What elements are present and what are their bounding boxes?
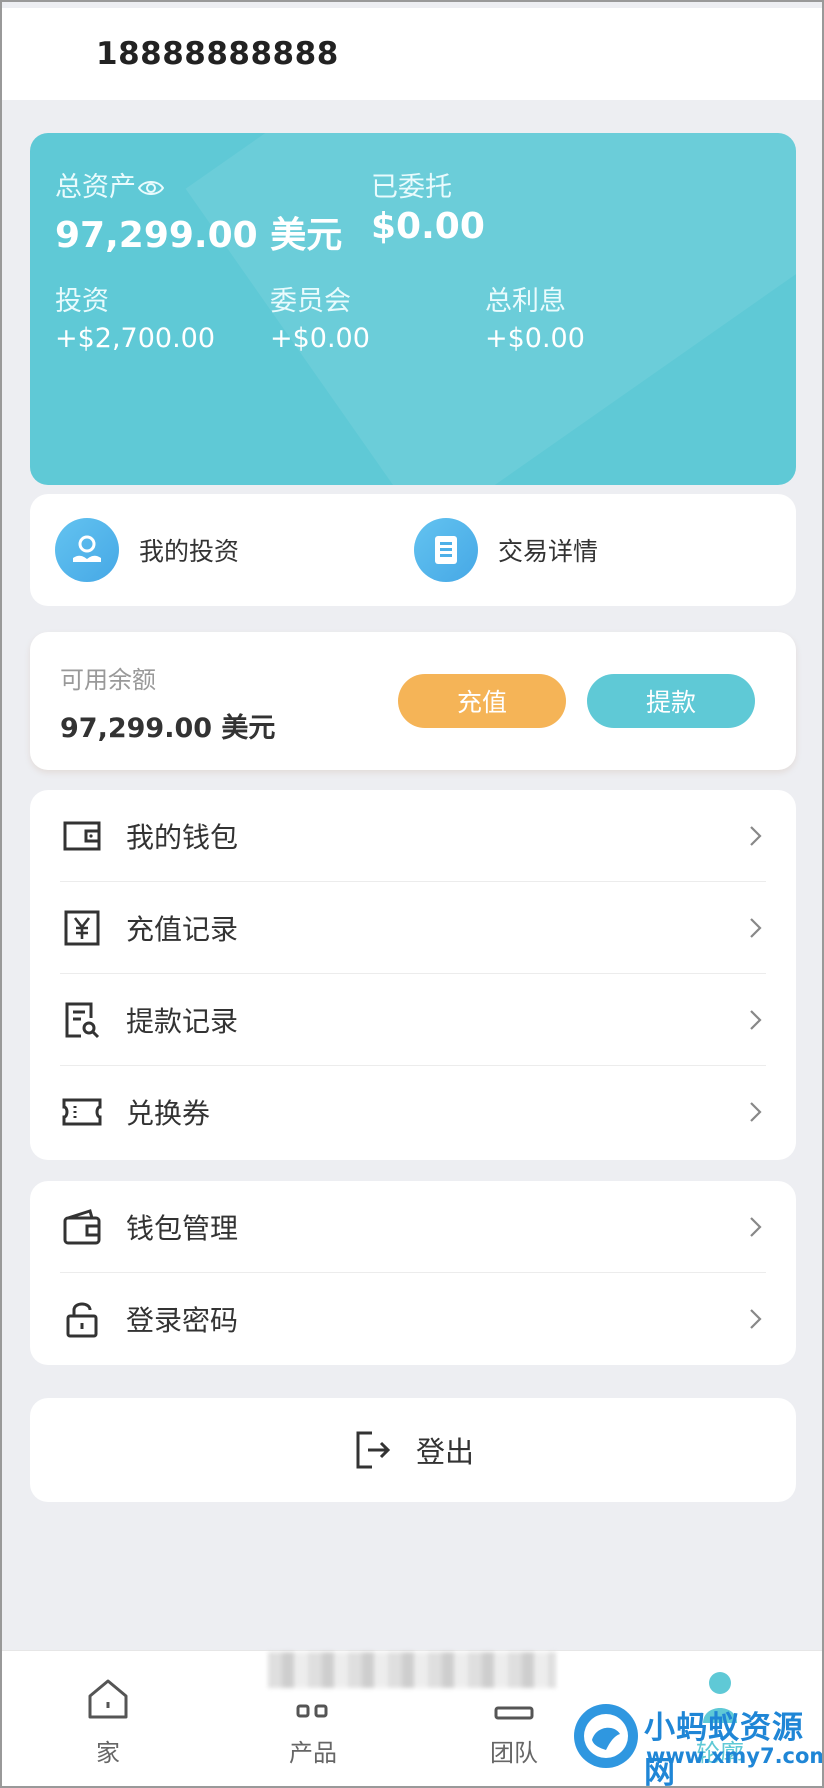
blurred-region bbox=[268, 1652, 556, 1688]
investment-label: 投资 bbox=[55, 286, 109, 317]
interest-label: 总利息 bbox=[485, 286, 566, 317]
menu-label: 我的钱包 bbox=[126, 820, 239, 854]
menu-label: 兑换券 bbox=[126, 1097, 211, 1130]
recharge-button[interactable]: 充值 bbox=[398, 674, 566, 728]
entrusted-label: 已委托 bbox=[371, 172, 452, 203]
entrusted-value: $0.00 bbox=[371, 206, 485, 247]
quick-links-card: 我的投资 交易详情 bbox=[30, 494, 796, 606]
nav-item-home[interactable]: 家 bbox=[48, 1671, 168, 1768]
transaction-details-label: 交易详情 bbox=[498, 537, 599, 566]
lock-icon bbox=[60, 1297, 104, 1341]
wallet-icon bbox=[60, 814, 104, 858]
balance-card: 可用余额 97,299.00 美元 充值 提款 bbox=[30, 632, 796, 770]
ticket-icon bbox=[60, 1090, 104, 1134]
asset-summary-card: 总资产 97,299.00 美元 已委托 $0.00 投资 +$2,700.00… bbox=[30, 133, 796, 485]
chevron-right-icon bbox=[750, 1009, 762, 1030]
commission-label: 委员会 bbox=[270, 286, 351, 317]
logout-icon bbox=[356, 1431, 391, 1469]
receipt-search-icon bbox=[60, 998, 104, 1042]
investment-value: +$2,700.00 bbox=[55, 323, 216, 354]
menu-item-withdraw-record[interactable]: 提款记录 bbox=[60, 974, 766, 1066]
withdraw-button[interactable]: 提款 bbox=[587, 674, 755, 728]
hand-coin-icon bbox=[55, 518, 119, 582]
eye-icon[interactable] bbox=[137, 173, 165, 204]
watermark-url: www.xmy7.com bbox=[646, 1744, 824, 1768]
chevron-right-icon bbox=[750, 1216, 762, 1237]
interest-value: +$0.00 bbox=[485, 323, 585, 354]
wallet-manage-icon bbox=[60, 1205, 104, 1249]
menu-item-login-password[interactable]: 登录密码 bbox=[60, 1273, 766, 1365]
chevron-right-icon bbox=[750, 1102, 762, 1122]
logout-button[interactable]: 登出 bbox=[30, 1398, 796, 1502]
available-balance-label: 可用余额 bbox=[60, 666, 156, 694]
menu-label: 充值记录 bbox=[126, 912, 239, 946]
yen-box-icon bbox=[60, 906, 104, 950]
nav-label: 产品 bbox=[289, 1739, 337, 1767]
chevron-right-icon bbox=[750, 917, 762, 938]
watermark: 小蚂蚁资源网 www.xmy7.com bbox=[570, 1700, 824, 1788]
menu-label: 钱包管理 bbox=[126, 1211, 239, 1245]
user-phone: 18888888888 bbox=[96, 36, 339, 72]
my-investment-label: 我的投资 bbox=[139, 537, 240, 566]
my-investment-link[interactable]: 我的投资 bbox=[55, 518, 239, 582]
menu-item-voucher[interactable]: 兑换券 bbox=[60, 1066, 766, 1158]
home-icon bbox=[48, 1671, 168, 1727]
menu-label: 提款记录 bbox=[126, 1004, 239, 1038]
commission-value: +$0.00 bbox=[270, 323, 370, 354]
logout-label: 登出 bbox=[415, 1435, 474, 1469]
chevron-right-icon bbox=[750, 825, 762, 846]
top-header: 18888888888 bbox=[2, 8, 822, 100]
total-assets-value: 97,299.00 美元 bbox=[55, 215, 343, 256]
menu-item-my-wallet[interactable]: 我的钱包 bbox=[60, 790, 766, 882]
nav-label: 团队 bbox=[490, 1739, 538, 1767]
transaction-details-link[interactable]: 交易详情 bbox=[414, 518, 598, 582]
available-balance-value: 97,299.00 美元 bbox=[60, 713, 276, 744]
menu-item-recharge-record[interactable]: 充值记录 bbox=[60, 882, 766, 974]
document-icon bbox=[414, 518, 478, 582]
menu-item-wallet-management[interactable]: 钱包管理 bbox=[60, 1181, 766, 1273]
chevron-right-icon bbox=[750, 1309, 762, 1329]
total-assets-label: 总资产 bbox=[55, 165, 165, 204]
watermark-logo-icon bbox=[574, 1704, 638, 1768]
secondary-menu: 钱包管理 登录密码 bbox=[30, 1181, 796, 1365]
primary-menu: 我的钱包 充值记录 提款记录 兑换券 bbox=[30, 790, 796, 1160]
menu-label: 登录密码 bbox=[126, 1304, 239, 1337]
nav-label: 家 bbox=[96, 1739, 120, 1767]
